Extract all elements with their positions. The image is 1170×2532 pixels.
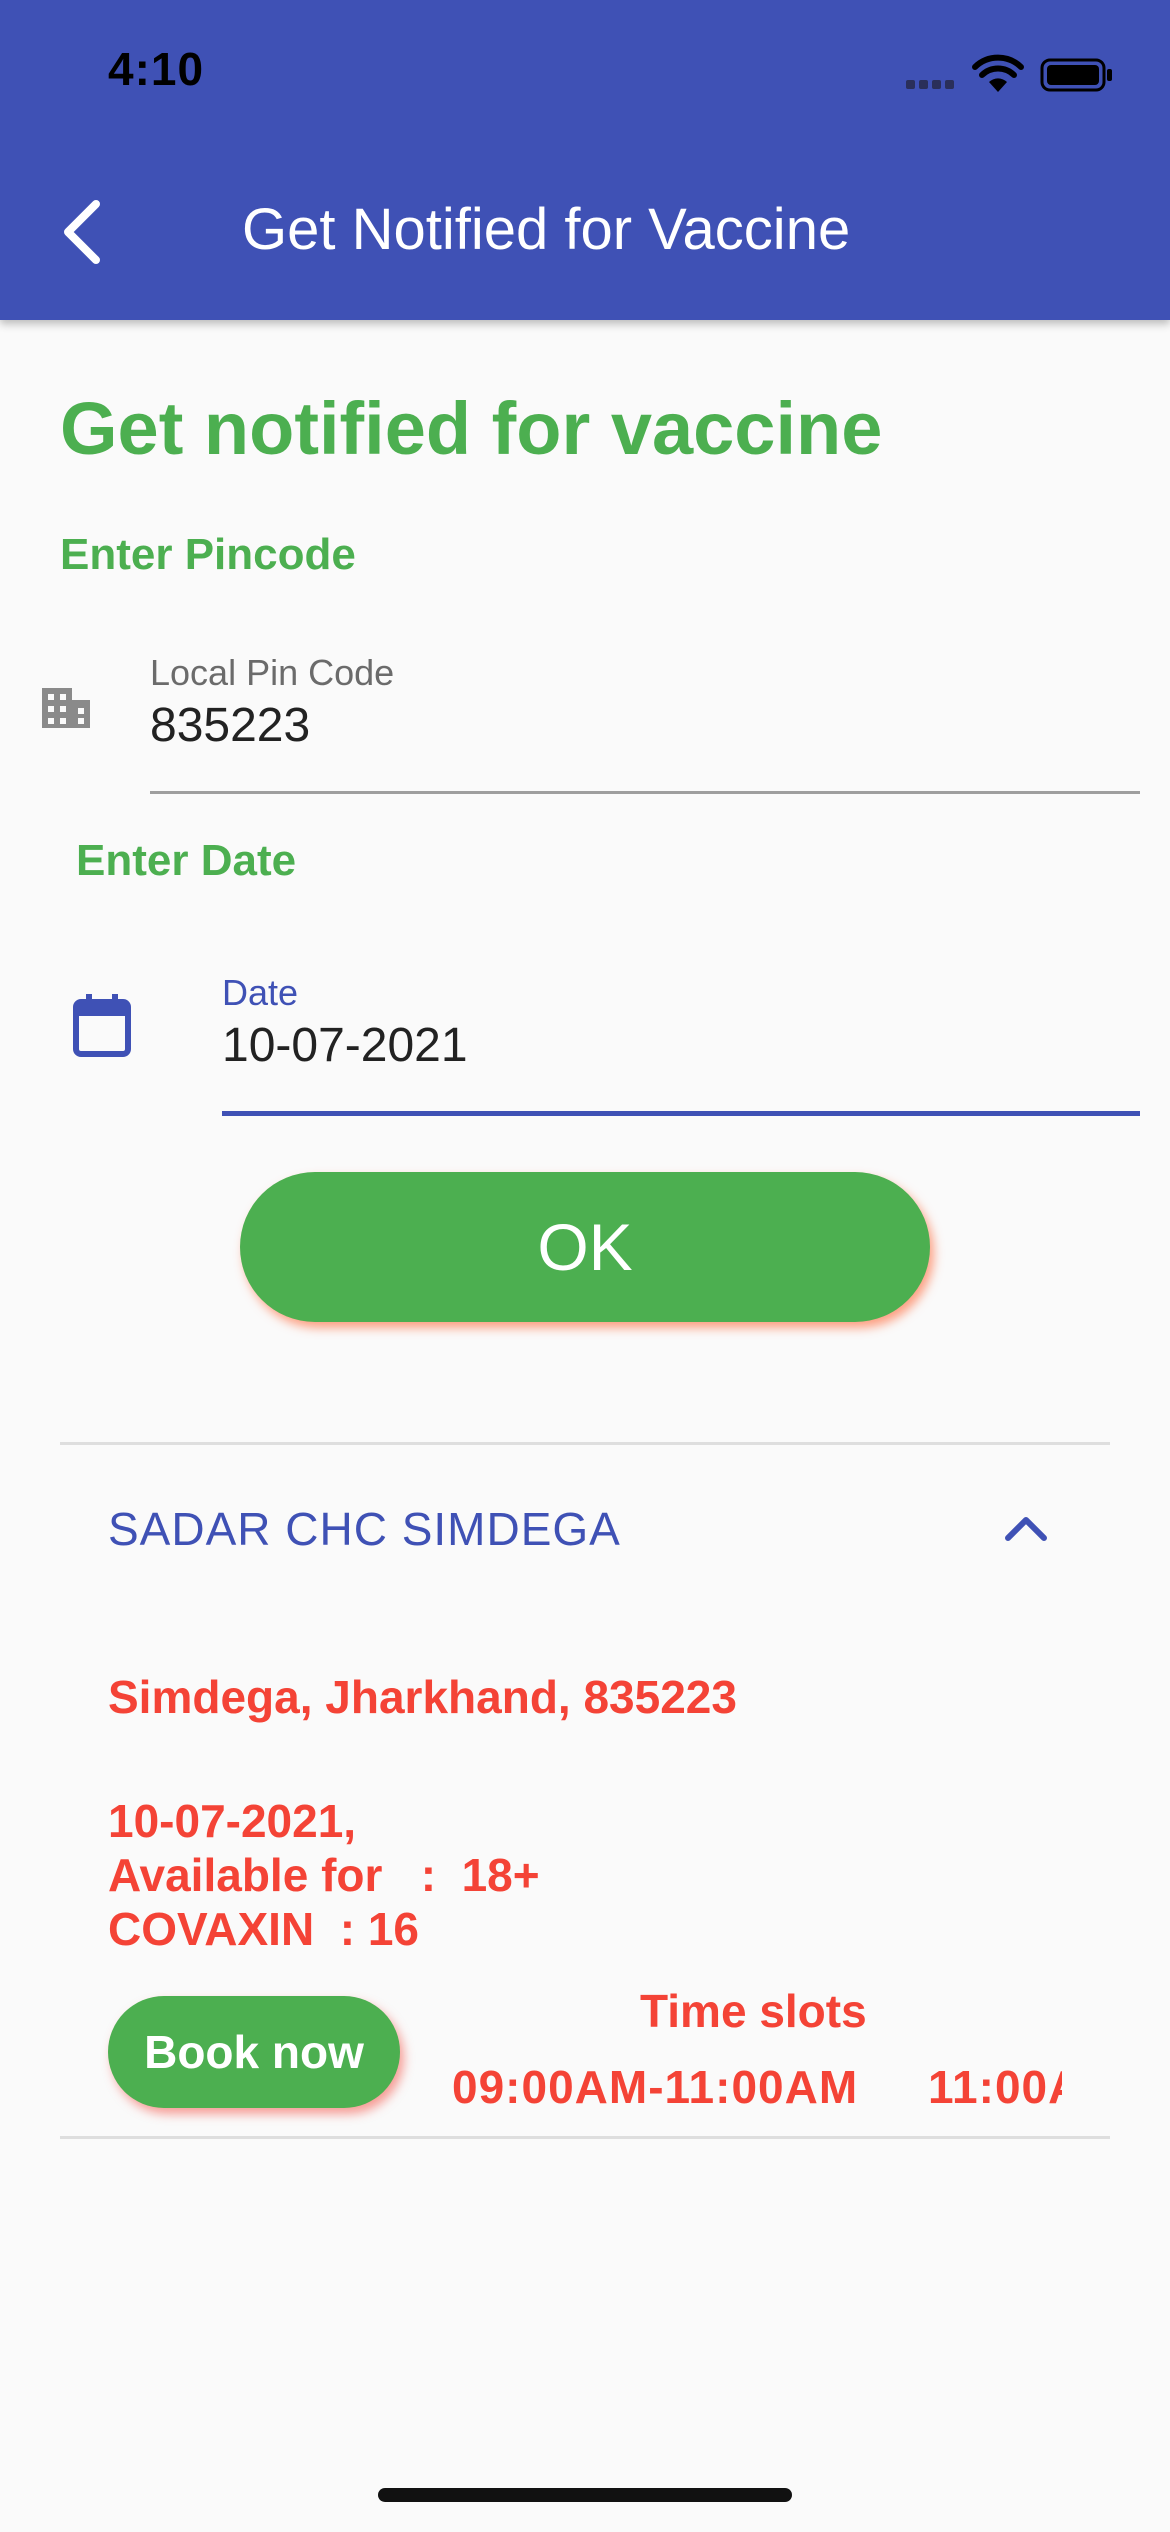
home-indicator[interactable] [378,2488,792,2502]
wifi-icon [972,54,1024,92]
time-slots-list[interactable]: 09:00AM-11:00AM 11:00AM-01:00PM [452,2060,1062,2140]
cellular-signal-icon [906,80,958,90]
time-slot[interactable]: 09:00AM-11:00AM [452,2060,858,2114]
center-name[interactable]: SADAR CHC SIMDEGA [108,1502,621,1556]
divider-top [60,1442,1110,1445]
date-underline [222,1111,1140,1116]
pincode-field-label: Local Pin Code [150,652,395,693]
battery-icon [1040,58,1112,92]
pincode-underline [150,791,1140,794]
date-section-label: Enter Date [76,836,297,885]
date-field-label: Date [222,972,299,1013]
back-button[interactable] [54,196,114,268]
vaccine-count: COVAXIN : 16 [108,1903,419,1955]
center-location: Simdega, Jharkhand, 835223 [108,1671,737,1723]
app-bar: 4:10 Get Notified for Vaccine [0,0,1170,320]
date-field[interactable]: Date 10-07-2021 [222,972,1140,1116]
status-time: 4:10 [108,43,205,95]
date-field-value[interactable]: 10-07-2021 [222,1018,468,1073]
book-now-button[interactable]: Book now [108,1996,400,2108]
slot-date: 10-07-2021, [108,1795,357,1847]
time-slots-title: Time slots [640,1985,867,2037]
calendar-icon[interactable] [70,992,134,1060]
app-bar-title: Get Notified for Vaccine [242,197,851,262]
divider-bottom [60,2136,1110,2139]
time-slot[interactable]: 11:00AM-01:00PM [928,2060,1062,2114]
building-icon [42,688,90,728]
pincode-section-label: Enter Pincode [60,530,356,579]
pincode-field[interactable]: Local Pin Code 835223 [150,652,1140,794]
available-for: Available for : 18+ [108,1849,540,1901]
page-heading: Get notified for vaccine [60,387,883,470]
pincode-field-value[interactable]: 835223 [150,698,310,753]
ok-button[interactable]: OK [240,1172,930,1322]
chevron-up-icon[interactable] [1000,1512,1052,1544]
